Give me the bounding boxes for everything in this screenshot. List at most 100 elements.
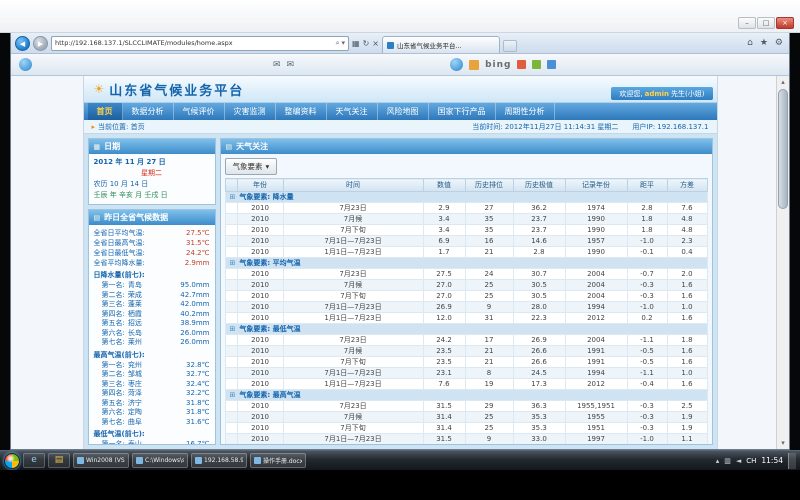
cell: 19 — [465, 379, 513, 390]
table-row[interactable]: 20107月23日31.52936.31955,1951-0.32.5 — [225, 401, 707, 412]
table-section-row[interactable]: ⊞气象要素: 降水量 — [225, 192, 707, 203]
table-row[interactable]: 20107月候3.43523.719901.84.8 — [225, 214, 707, 225]
ranking-item: 第七名:莱州26.0mm — [94, 338, 210, 348]
taskbar-button-3[interactable]: 操作手册.docx ... — [250, 453, 306, 468]
element-dropdown-button[interactable]: 气象要素 ▾ — [225, 158, 278, 175]
nav-item-2[interactable]: 气候评价 — [174, 103, 225, 120]
climate-summary-label: 全省日最高气温: — [94, 238, 145, 248]
scroll-up-icon[interactable]: ▴ — [777, 76, 789, 88]
table-row[interactable]: 20107月1日—7月23日23.1824.51994-1.11.0 — [225, 368, 707, 379]
clock[interactable]: 11:54 — [761, 456, 783, 465]
table-row[interactable]: 20107月下旬27.02530.52004-0.31.6 — [225, 291, 707, 302]
browser-tab[interactable]: 山东省气候业务平台... — [382, 36, 500, 53]
maximize-button[interactable]: □ — [757, 17, 775, 29]
refresh-icon[interactable]: ↻ — [363, 39, 370, 48]
taskbar-explorer-icon[interactable]: ▤ — [48, 453, 70, 468]
browser-forward-button[interactable]: ▶ — [33, 36, 48, 51]
table-row[interactable]: 20107月23日27.52430.72004-0.72.0 — [225, 269, 707, 280]
show-desktop-button[interactable] — [788, 453, 796, 469]
table-row[interactable]: 20107月下旬23.52126.61991-0.51.6 — [225, 357, 707, 368]
site-title: 山东省气候业务平台 — [109, 80, 244, 99]
cell: 26.6 — [513, 346, 565, 357]
rank-label: 第六名: — [102, 329, 125, 339]
tray-show-hidden-icon[interactable]: ▴ — [716, 457, 720, 465]
taskbar-button-1[interactable]: C:\Windows\s... — [132, 453, 188, 468]
toolbar-app-icon-3[interactable] — [547, 60, 556, 69]
cell: 1.0 — [667, 368, 707, 379]
cell: 12.0 — [423, 313, 465, 324]
nav-item-3[interactable]: 灾害监测 — [225, 103, 276, 120]
address-dropdown-icon[interactable]: ▾ — [341, 39, 345, 47]
table-row[interactable]: 20107月候31.42535.31955-0.31.9 — [225, 412, 707, 423]
nav-item-0[interactable]: 首页 — [88, 103, 123, 120]
table-row[interactable]: 20107月下旬3.43523.719901.84.8 — [225, 225, 707, 236]
table-row[interactable]: 20107月候27.02530.52004-0.31.6 — [225, 280, 707, 291]
stop-icon[interactable]: × — [372, 39, 379, 48]
cell: 1.6 — [667, 379, 707, 390]
ranking-item: 第六名:长岛26.0mm — [94, 329, 210, 339]
table-row[interactable]: 20107月1日—7月23日26.9928.01994-1.01.0 — [225, 302, 707, 313]
browser-back-button[interactable]: ◀ — [15, 36, 30, 51]
taskbar-ie-icon[interactable]: e — [23, 453, 45, 468]
taskbar-button-label: 192.168.58.99... — [204, 457, 243, 464]
cell: 23.5 — [423, 357, 465, 368]
minimize-button[interactable]: – — [738, 17, 756, 29]
volume-icon[interactable]: ◄ — [736, 457, 741, 465]
table-row[interactable]: 20101月1日—7月23日7.61917.32012-0.41.6 — [225, 379, 707, 390]
expand-icon[interactable]: ⊞ — [230, 259, 236, 267]
nav-item-1[interactable]: 数据分析 — [123, 103, 174, 120]
bing-logo[interactable]: bing — [485, 60, 511, 70]
rank-label: 第四名: — [102, 389, 125, 399]
table-row[interactable]: 20107月下旬31.42535.31951-0.31.9 — [225, 423, 707, 434]
vertical-scrollbar[interactable]: ▴ ▾ — [776, 76, 789, 449]
start-button[interactable] — [4, 453, 20, 469]
nav-item-7[interactable]: 国家下行产品 — [429, 103, 496, 120]
search-icon[interactable]: ⌕ — [336, 39, 340, 48]
table-row[interactable]: 20107月23日2.92736.219742.87.6 — [225, 203, 707, 214]
station-name: 定陶 — [128, 408, 183, 418]
address-bar[interactable]: http://192.168.137.1/SLCCLIMATE/modules/… — [51, 36, 349, 51]
date-panel: ▦ 日期 2012 年 11 月 27 日 星期二 农历 10 月 14 日 壬… — [88, 138, 216, 205]
taskbar-button-0[interactable]: Win2008 (VS2... — [73, 453, 129, 468]
table-row[interactable]: 20101月1日—7月23日1.7212.81990-0.10.4 — [225, 247, 707, 258]
mail-icon[interactable]: ✉ — [287, 60, 295, 70]
language-indicator[interactable]: CH — [746, 457, 756, 465]
taskbar-button-2[interactable]: 192.168.58.99... — [191, 453, 247, 468]
table-row[interactable]: 20107月1日—7月23日31.5933.01997-1.01.1 — [225, 434, 707, 445]
browser-viewport: ☀ 山东省气候业务平台 欢迎您, admin 先生(小姐) 首页数据分析气候评价… — [11, 76, 789, 449]
tools-gear-icon[interactable]: ⚙ — [775, 38, 783, 48]
expand-icon[interactable]: ⊞ — [230, 325, 236, 333]
toolbar-app-icon-1[interactable] — [517, 60, 526, 69]
cell: 2004 — [565, 269, 627, 280]
nav-item-5[interactable]: 天气关注 — [327, 103, 378, 120]
expand-icon[interactable]: ⊞ — [230, 391, 236, 399]
table-row[interactable]: 20101月1日—7月23日12.03122.320120.21.6 — [225, 313, 707, 324]
nav-item-6[interactable]: 风险地图 — [378, 103, 429, 120]
main-nav: 首页数据分析气候评价灾害监测整编资料天气关注风险地图国家下行产品周期性分析 — [84, 103, 717, 120]
table-row[interactable]: 20107月1日—7月23日6.91614.61957-1.02.3 — [225, 236, 707, 247]
table-section-row[interactable]: ⊞气象要素: 平均气温 — [225, 258, 707, 269]
table-section-row[interactable]: ⊞气象要素: 最低气温 — [225, 324, 707, 335]
mail-icon[interactable]: ✉ — [273, 60, 281, 70]
favorites-star-icon[interactable]: ★ — [760, 38, 768, 48]
cell: 2010 — [237, 214, 283, 225]
cell: 7月1日—7月23日 — [283, 236, 423, 247]
scrollbar-thumb[interactable] — [778, 89, 788, 209]
table-row[interactable]: 20107月23日24.21726.92004-1.11.8 — [225, 335, 707, 346]
table-row[interactable]: 20107月候23.52126.61991-0.51.6 — [225, 346, 707, 357]
table-section-row[interactable]: ⊞气象要素: 最高气温 — [225, 390, 707, 401]
cell: 2.3 — [667, 236, 707, 247]
expand-icon[interactable]: ⊞ — [230, 193, 236, 201]
messenger-icon[interactable] — [450, 58, 463, 71]
scroll-down-icon[interactable]: ▾ — [777, 437, 789, 449]
home-icon[interactable]: ⌂ — [747, 38, 753, 48]
cell: 1990 — [565, 214, 627, 225]
nav-item-8[interactable]: 周期性分析 — [496, 103, 555, 120]
compatibility-view-icon[interactable]: ▦ — [352, 39, 360, 48]
network-icon[interactable]: ▥ — [724, 457, 731, 465]
toolbar-app-icon-2[interactable] — [532, 60, 541, 69]
nav-item-4[interactable]: 整编资料 — [276, 103, 327, 120]
new-tab-button[interactable] — [503, 40, 517, 52]
station-value: 40.2mm — [180, 310, 209, 320]
close-button[interactable]: × — [776, 17, 794, 29]
